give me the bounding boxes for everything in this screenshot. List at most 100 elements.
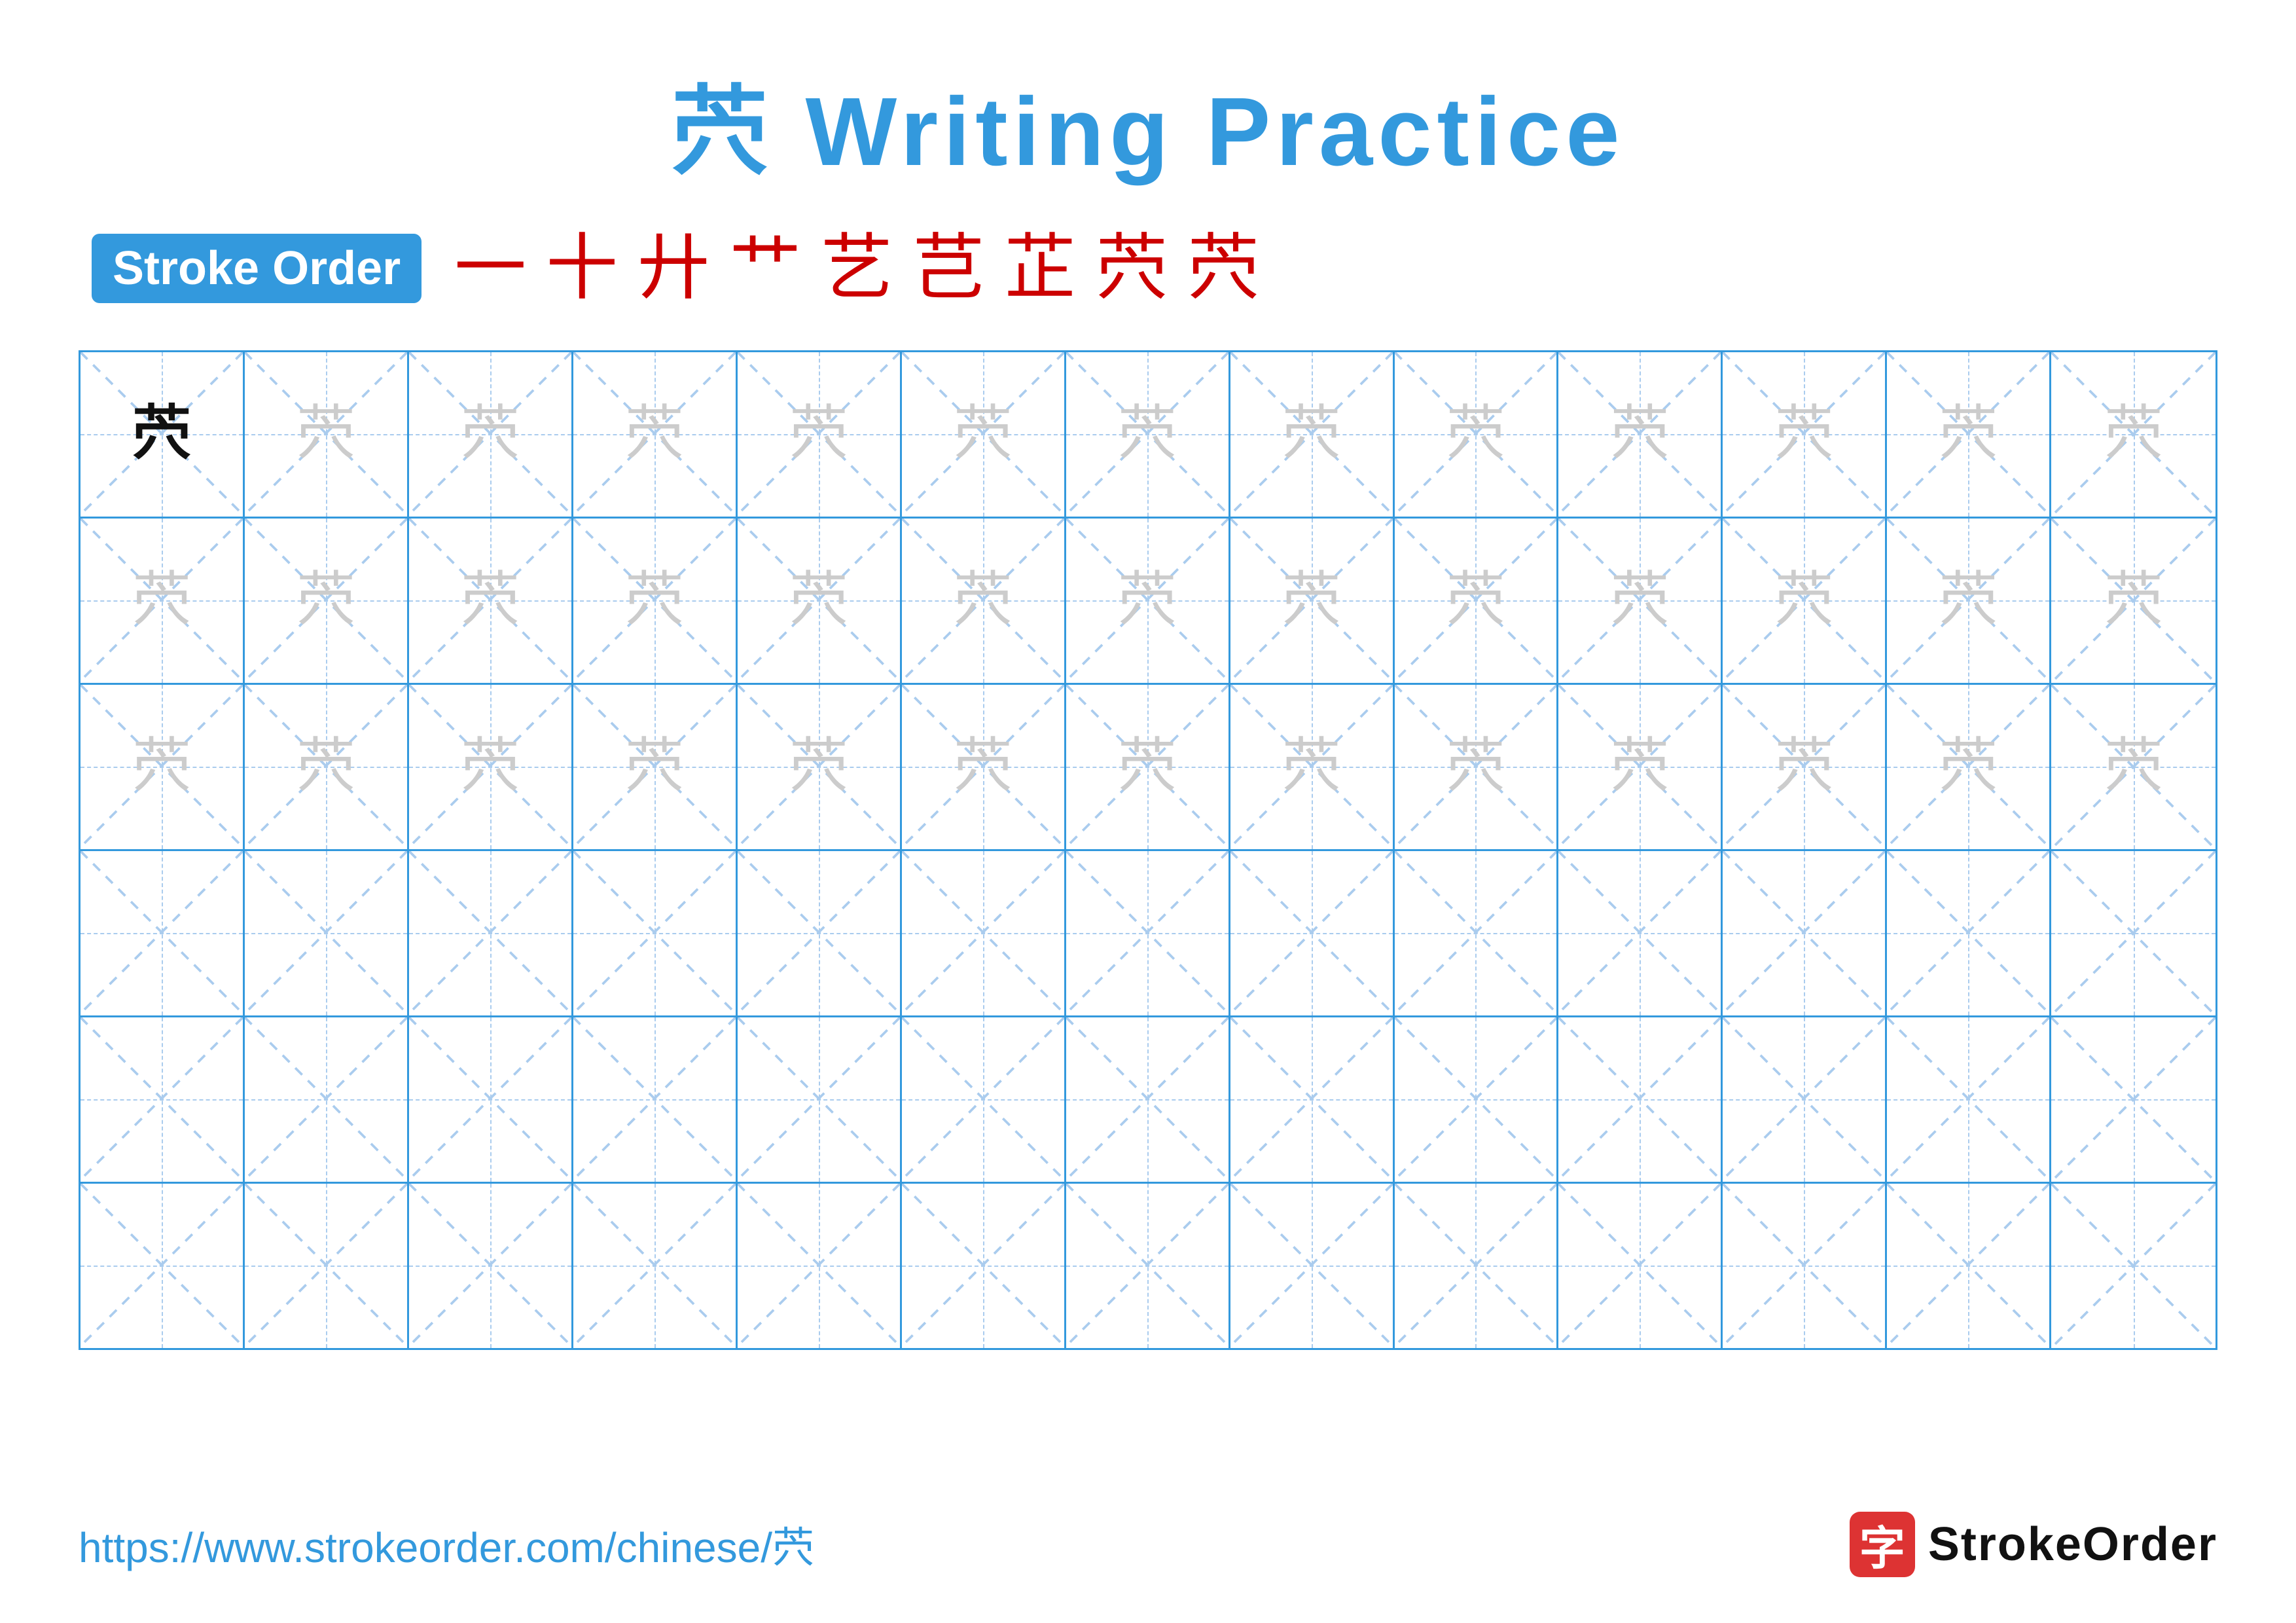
cell-3-3[interactable]: 茓 xyxy=(409,685,573,849)
cell-4-3[interactable] xyxy=(409,851,573,1015)
cell-2-4[interactable]: 茓 xyxy=(573,519,738,683)
page-title: 茓 Writing Practice xyxy=(671,52,1624,193)
cell-6-13[interactable] xyxy=(2051,1184,2215,1348)
cell-4-1[interactable] xyxy=(81,851,245,1015)
stroke-7: 芷 xyxy=(1004,232,1076,304)
page: 茓 Writing Practice Stroke Order 一 十 廾 艹 … xyxy=(0,0,2296,1623)
stroke-2: 十 xyxy=(546,232,618,304)
cell-4-10[interactable] xyxy=(1558,851,1723,1015)
cell-1-9[interactable]: 茓 xyxy=(1395,352,1559,517)
cell-5-8[interactable] xyxy=(1230,1017,1395,1182)
cell-3-13[interactable]: 茓 xyxy=(2051,685,2215,849)
cell-1-7[interactable]: 茓 xyxy=(1066,352,1230,517)
cell-1-12[interactable]: 茓 xyxy=(1887,352,2051,517)
cell-6-12[interactable] xyxy=(1887,1184,2051,1348)
stroke-order-row: Stroke Order 一 十 廾 艹 艺 芑 芷 茓 茓 xyxy=(79,232,2217,304)
cell-4-7[interactable] xyxy=(1066,851,1230,1015)
cell-1-2[interactable]: 茓 xyxy=(245,352,409,517)
cell-2-7[interactable]: 茓 xyxy=(1066,519,1230,683)
cell-1-8[interactable]: 茓 xyxy=(1230,352,1395,517)
char-light: 茓 xyxy=(954,405,1013,464)
cell-4-11[interactable] xyxy=(1723,851,1887,1015)
cell-3-6[interactable]: 茓 xyxy=(902,685,1066,849)
cell-2-13[interactable]: 茓 xyxy=(2051,519,2215,683)
cell-3-12[interactable]: 茓 xyxy=(1887,685,2051,849)
cell-1-11[interactable]: 茓 xyxy=(1723,352,1887,517)
cell-4-12[interactable] xyxy=(1887,851,2051,1015)
cell-5-4[interactable] xyxy=(573,1017,738,1182)
cell-6-9[interactable] xyxy=(1395,1184,1559,1348)
grid-row-2: 茓 茓 茓 茓 茓 茓 茓 茓 茓 茓 茓 茓 茓 xyxy=(81,519,2215,685)
cell-5-13[interactable] xyxy=(2051,1017,2215,1182)
cell-4-6[interactable] xyxy=(902,851,1066,1015)
cell-5-10[interactable] xyxy=(1558,1017,1723,1182)
cell-5-1[interactable] xyxy=(81,1017,245,1182)
cell-3-2[interactable]: 茓 xyxy=(245,685,409,849)
stroke-5: 艺 xyxy=(821,232,893,304)
stroke-8: 茓 xyxy=(1096,232,1168,304)
strokeorder-logo-icon: 字 xyxy=(1850,1512,1915,1577)
cell-2-3[interactable]: 茓 xyxy=(409,519,573,683)
cell-6-10[interactable] xyxy=(1558,1184,1723,1348)
cell-2-10[interactable]: 茓 xyxy=(1558,519,1723,683)
cell-2-1[interactable]: 茓 xyxy=(81,519,245,683)
cell-3-9[interactable]: 茓 xyxy=(1395,685,1559,849)
stroke-9: 茓 xyxy=(1187,232,1259,304)
cell-4-9[interactable] xyxy=(1395,851,1559,1015)
cell-3-5[interactable]: 茓 xyxy=(738,685,902,849)
char-dark: 茓 xyxy=(132,405,191,464)
cell-5-9[interactable] xyxy=(1395,1017,1559,1182)
cell-4-13[interactable] xyxy=(2051,851,2215,1015)
stroke-order-badge: Stroke Order xyxy=(92,234,422,303)
cell-2-2[interactable]: 茓 xyxy=(245,519,409,683)
cell-4-8[interactable] xyxy=(1230,851,1395,1015)
cell-6-7[interactable] xyxy=(1066,1184,1230,1348)
cell-5-7[interactable] xyxy=(1066,1017,1230,1182)
cell-2-6[interactable]: 茓 xyxy=(902,519,1066,683)
cell-1-3[interactable]: 茓 xyxy=(409,352,573,517)
char-light: 茓 xyxy=(296,405,355,464)
footer-logo: 字 StrokeOrder xyxy=(1850,1512,2217,1577)
cell-5-5[interactable] xyxy=(738,1017,902,1182)
cell-1-4[interactable]: 茓 xyxy=(573,352,738,517)
cell-3-1[interactable]: 茓 xyxy=(81,685,245,849)
cell-3-10[interactable]: 茓 xyxy=(1558,685,1723,849)
cell-2-9[interactable]: 茓 xyxy=(1395,519,1559,683)
char-light: 茓 xyxy=(1774,405,1833,464)
cell-6-3[interactable] xyxy=(409,1184,573,1348)
cell-2-11[interactable]: 茓 xyxy=(1723,519,1887,683)
cell-5-11[interactable] xyxy=(1723,1017,1887,1182)
cell-1-10[interactable]: 茓 xyxy=(1558,352,1723,517)
cell-6-8[interactable] xyxy=(1230,1184,1395,1348)
cell-2-8[interactable]: 茓 xyxy=(1230,519,1395,683)
cell-3-7[interactable]: 茓 xyxy=(1066,685,1230,849)
cell-3-4[interactable]: 茓 xyxy=(573,685,738,849)
cell-6-11[interactable] xyxy=(1723,1184,1887,1348)
char-light: 茓 xyxy=(2104,405,2163,464)
cell-6-2[interactable] xyxy=(245,1184,409,1348)
cell-5-6[interactable] xyxy=(902,1017,1066,1182)
cell-2-12[interactable]: 茓 xyxy=(1887,519,2051,683)
footer-url-link[interactable]: https://www.strokeorder.com/chinese/茓 xyxy=(79,1514,814,1575)
cell-2-5[interactable]: 茓 xyxy=(738,519,902,683)
char-light: 茓 xyxy=(1610,405,1669,464)
grid-row-1: 茓 茓 茓 茓 茓 茓 茓 xyxy=(81,352,2215,519)
cell-4-4[interactable] xyxy=(573,851,738,1015)
cell-1-6[interactable]: 茓 xyxy=(902,352,1066,517)
stroke-6: 芑 xyxy=(912,232,984,304)
cell-1-1[interactable]: 茓 xyxy=(81,352,245,517)
cell-3-8[interactable]: 茓 xyxy=(1230,685,1395,849)
cell-4-2[interactable] xyxy=(245,851,409,1015)
cell-5-3[interactable] xyxy=(409,1017,573,1182)
cell-6-6[interactable] xyxy=(902,1184,1066,1348)
cell-6-1[interactable] xyxy=(81,1184,245,1348)
cell-5-12[interactable] xyxy=(1887,1017,2051,1182)
cell-1-13[interactable]: 茓 xyxy=(2051,352,2215,517)
cell-1-5[interactable]: 茓 xyxy=(738,352,902,517)
cell-3-11[interactable]: 茓 xyxy=(1723,685,1887,849)
cell-5-2[interactable] xyxy=(245,1017,409,1182)
cell-6-5[interactable] xyxy=(738,1184,902,1348)
title-text: Writing Practice xyxy=(773,78,1624,186)
cell-6-4[interactable] xyxy=(573,1184,738,1348)
cell-4-5[interactable] xyxy=(738,851,902,1015)
